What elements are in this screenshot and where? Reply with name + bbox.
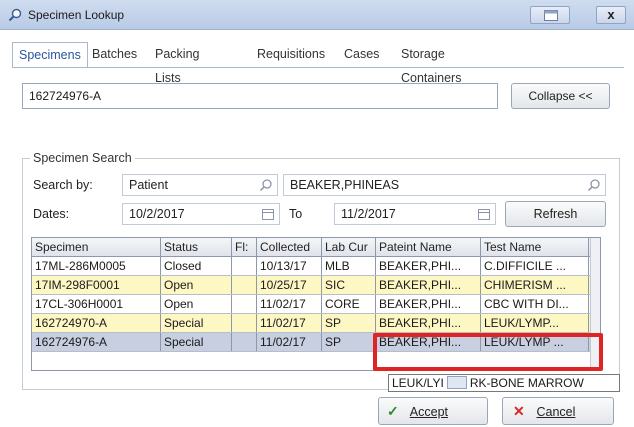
table-row[interactable]: 17CL-306H0001 Open 11/02/17 CORE BEAKER,PHI.… xyxy=(32,295,592,314)
grid-header: Specimen Status Fl: Collected Lab Cur Pa… xyxy=(32,238,592,257)
column-header-specimen[interactable]: Specimen xyxy=(32,238,161,256)
cell-test-name[interactable]: CBC WITH DI... xyxy=(481,295,589,313)
specimen-search-legend: Specimen Search xyxy=(30,151,135,165)
close-button[interactable]: x xyxy=(596,6,626,24)
cell-test-name[interactable]: LEUK/LYMP ... xyxy=(481,333,589,351)
tab-requisitions[interactable]: Requisitions xyxy=(257,42,325,68)
column-header-patient-name[interactable]: Pateint Name xyxy=(376,238,481,256)
search-icon[interactable] xyxy=(259,178,273,192)
cell-lab[interactable]: MLB xyxy=(322,257,376,275)
cancel-label: Cancel xyxy=(536,405,576,419)
column-header-lab[interactable]: Lab Cur xyxy=(322,238,376,256)
tab-specimens[interactable]: Specimens xyxy=(12,42,88,68)
search-by-value: Patient xyxy=(129,178,168,192)
cell-test-name[interactable]: LEUK/LYMP... xyxy=(481,314,589,332)
tab-storage-containers[interactable]: Storage Containers xyxy=(401,42,461,85)
cell-status[interactable]: Closed xyxy=(161,257,232,275)
cell-status[interactable]: Open xyxy=(161,276,232,294)
cell-test-name[interactable]: C.DIFFICILE ... xyxy=(481,257,589,275)
cell-patient-name[interactable]: BEAKER,PHI... xyxy=(376,333,481,351)
search-by-label: Search by: xyxy=(33,178,93,192)
date-from-value: 10/2/2017 xyxy=(129,207,185,221)
column-header-flag[interactable]: Fl: xyxy=(232,238,257,256)
cell-status[interactable]: Open xyxy=(161,295,232,313)
search-by-select[interactable]: Patient xyxy=(122,174,278,196)
title-bar: Specimen Lookup x xyxy=(0,0,634,30)
refresh-label: Refresh xyxy=(533,207,578,221)
table-row[interactable]: 17IM-298F0001 Open 10/25/17 SIC BEAKER,PHI..… xyxy=(32,276,592,295)
date-to-value: 11/2/2017 xyxy=(341,207,396,221)
table-row[interactable]: 17ML-286M0005 Closed 10/13/17 MLB BEAKER,PHI… xyxy=(32,257,592,276)
cell-specimen[interactable]: 162724970-A xyxy=(32,314,161,332)
cell-lab[interactable]: SP xyxy=(322,314,376,332)
patient-name-value: BEAKER,PHINEAS xyxy=(290,178,400,192)
tooltip-right-text: RK-BONE MARROW xyxy=(469,376,584,390)
cell-collected[interactable]: 11/02/17 xyxy=(257,295,322,313)
cell-lab[interactable]: CORE xyxy=(322,295,376,313)
tab-packing-lists[interactable]: Packing Lists xyxy=(155,42,199,85)
patient-name-input[interactable]: BEAKER,PHINEAS xyxy=(283,174,606,196)
calendar-icon[interactable] xyxy=(261,207,275,221)
tooltip-left-text: LEUK/LYI xyxy=(392,376,444,390)
cell-collected[interactable]: 11/02/17 xyxy=(257,314,322,332)
restore-button[interactable] xyxy=(530,6,570,24)
refresh-button[interactable]: Refresh xyxy=(505,201,606,227)
cell-collected[interactable]: 10/25/17 xyxy=(257,276,322,294)
cell-flag[interactable] xyxy=(232,333,257,351)
restore-icon xyxy=(544,10,558,21)
table-row[interactable]: 162724976-A Special 11/02/17 SP BEAKER,PHI..… xyxy=(32,333,592,352)
cell-test-name[interactable]: CHIMERISM ... xyxy=(481,276,589,294)
cell-patient-name[interactable]: BEAKER,PHI... xyxy=(376,314,481,332)
cell-lab[interactable]: SIC xyxy=(322,276,376,294)
collapse-button[interactable]: Collapse << xyxy=(511,83,610,109)
cell-flag[interactable] xyxy=(232,314,257,332)
cancel-x-icon: ✕ xyxy=(513,403,525,419)
checkmark-icon: ✓ xyxy=(387,403,399,419)
cell-tooltip: LEUK/LYI RK-BONE MARROW xyxy=(388,374,620,392)
cell-flag[interactable] xyxy=(232,295,257,313)
window-icon xyxy=(446,376,467,389)
date-from-input[interactable]: 10/2/2017 xyxy=(122,203,280,225)
cell-patient-name[interactable]: BEAKER,PHI... xyxy=(376,257,481,275)
column-header-test-name[interactable]: Test Name xyxy=(481,238,589,256)
dates-label: Dates: xyxy=(33,207,70,221)
grid-scrollbar[interactable] xyxy=(590,238,600,370)
cancel-button[interactable]: ✕ Cancel xyxy=(502,397,614,425)
search-icon[interactable] xyxy=(587,178,601,192)
cell-collected[interactable]: 10/13/17 xyxy=(257,257,322,275)
cell-patient-name[interactable]: BEAKER,PHI... xyxy=(376,295,481,313)
cell-flag[interactable] xyxy=(232,276,257,294)
cell-status[interactable]: Special xyxy=(161,333,232,351)
cell-collected[interactable]: 11/02/17 xyxy=(257,333,322,351)
accept-label: Accept xyxy=(409,405,449,419)
results-grid: Specimen Status Fl: Collected Lab Cur Pa… xyxy=(31,237,601,371)
search-icon xyxy=(8,8,22,22)
cell-specimen[interactable]: 17ML-286M0005 xyxy=(32,257,161,275)
date-to-input[interactable]: 11/2/2017 xyxy=(334,203,496,225)
window-title: Specimen Lookup xyxy=(28,8,125,22)
tab-cases[interactable]: Cases xyxy=(344,42,379,68)
column-header-status[interactable]: Status xyxy=(161,238,232,256)
calendar-icon[interactable] xyxy=(477,207,491,221)
table-row[interactable]: 162724970-A Special 11/02/17 SP BEAKER,PHI..… xyxy=(32,314,592,333)
specimen-id-input[interactable]: 162724976-A xyxy=(22,83,498,109)
cell-flag[interactable] xyxy=(232,257,257,275)
tab-batches[interactable]: Batches xyxy=(92,42,137,68)
cell-specimen[interactable]: 17CL-306H0001 xyxy=(32,295,161,313)
cell-specimen[interactable]: 162724976-A xyxy=(32,333,161,351)
cell-lab[interactable]: SP xyxy=(322,333,376,351)
column-header-collected[interactable]: Collected xyxy=(257,238,322,256)
to-label: To xyxy=(289,207,303,221)
cell-status[interactable]: Special xyxy=(161,314,232,332)
tab-divider xyxy=(12,67,624,68)
accept-button[interactable]: ✓ Accept xyxy=(378,397,488,425)
cell-specimen[interactable]: 17IM-298F0001 xyxy=(32,276,161,294)
cell-patient-name[interactable]: BEAKER,PHI... xyxy=(376,276,481,294)
